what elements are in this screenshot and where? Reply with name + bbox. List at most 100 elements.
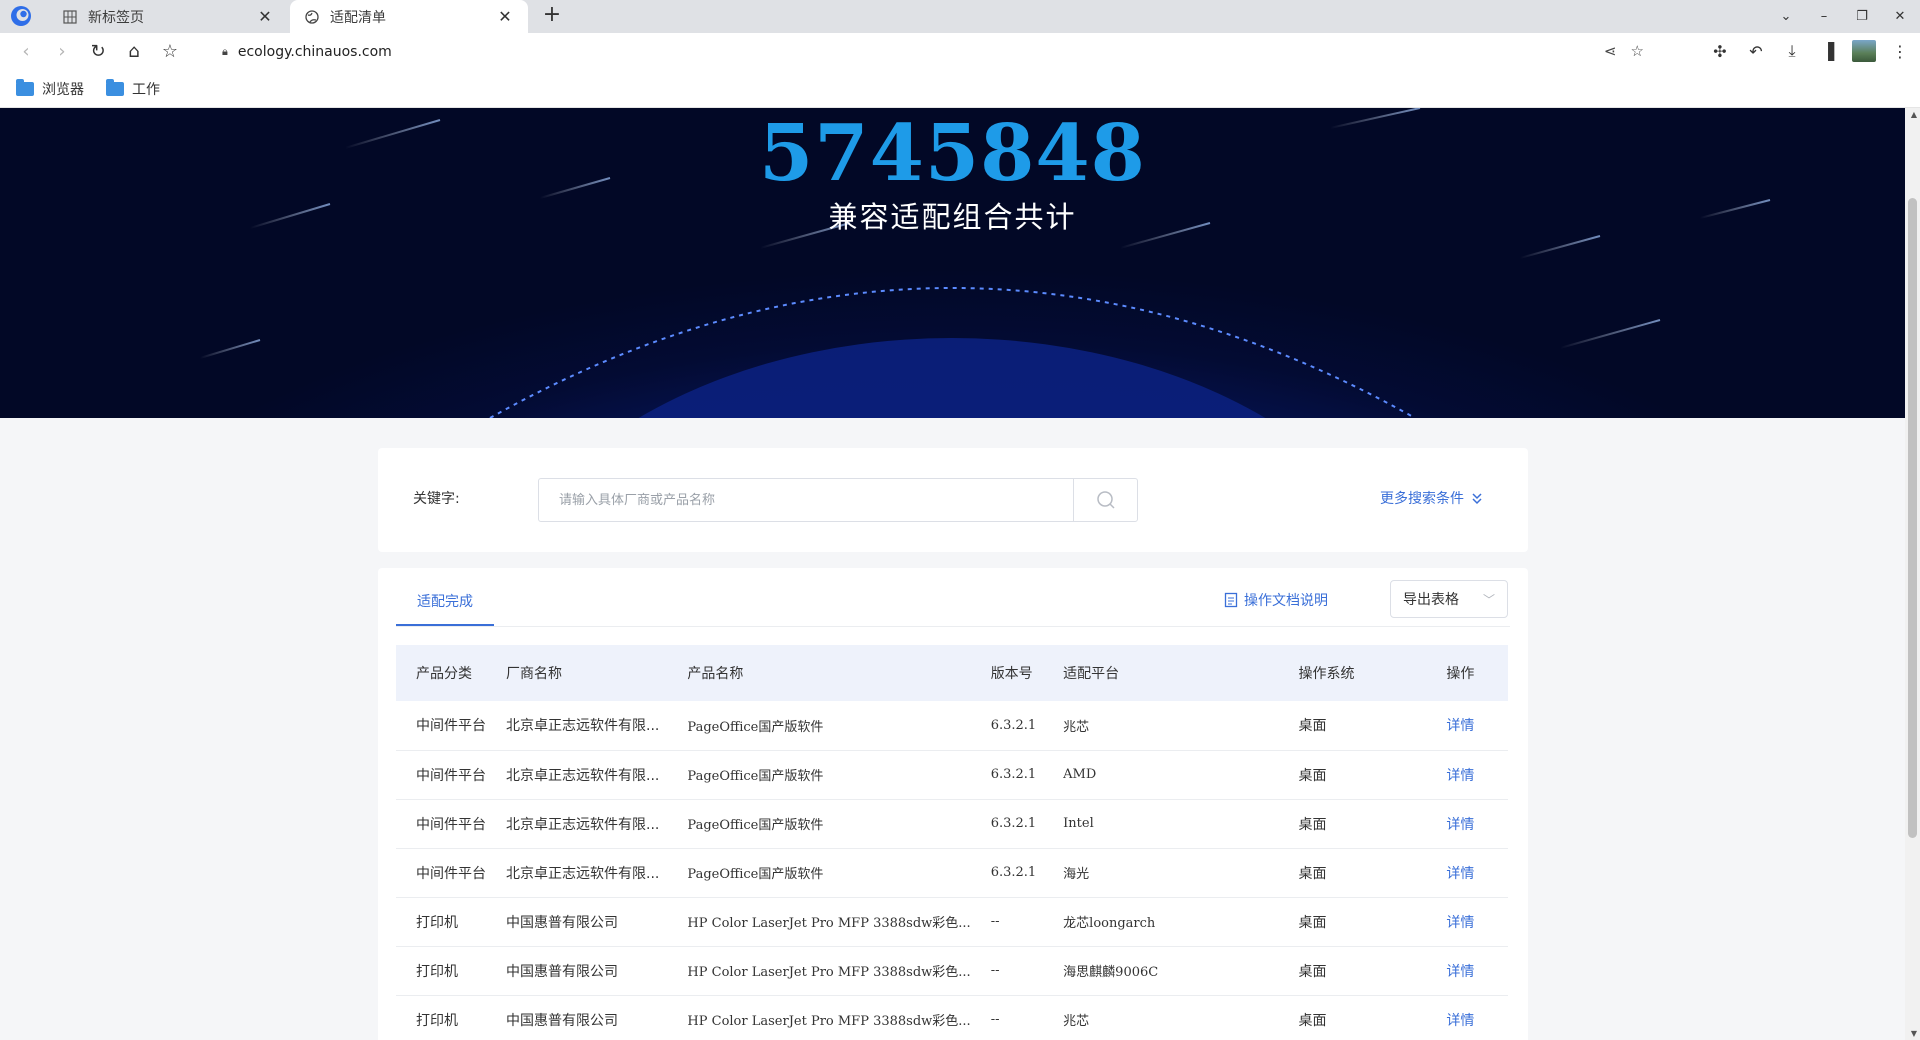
cell-vendor: 中国惠普有限公司 [486,995,668,1040]
total-count: 5745848 [759,108,1146,199]
keyword-label: 关键字: [413,491,460,507]
column-header: 产品分类 [396,645,486,701]
forward-icon[interactable]: › [44,37,80,67]
browser-logo-icon[interactable] [10,5,32,27]
cell-os: 桌面 [1278,946,1427,996]
table-row: 打印机 中国惠普有限公司 HP Color LaserJet Pro MFP 3… [396,946,1508,996]
cell-action: 详情 [1426,750,1508,800]
cell-product: PageOffice国产版软件 [667,750,971,800]
url-text: ecology.chinauos.com [237,43,392,60]
column-header: 适配平台 [1043,645,1279,701]
tab-list-chevron-icon[interactable]: ⌄ [1776,9,1796,24]
cell-vendor: 中国惠普有限公司 [486,946,668,996]
sidebar-toggle-icon[interactable]: ▐ [1816,37,1840,65]
tab-adaptation-list[interactable]: 适配清单 ✕ [290,0,528,33]
table-row: 打印机 中国惠普有限公司 HP Color LaserJet Pro MFP 3… [396,995,1508,1040]
cell-version: 6.3.2.1 [970,848,1044,898]
column-header: 版本号 [970,645,1044,701]
address-bar[interactable]: 🔒︎ ecology.chinauos.com [208,36,1650,67]
tab-adapted[interactable]: 适配完成 [396,588,494,626]
cell-action: 详情 [1426,946,1508,996]
cell-version: 6.3.2.1 [970,799,1044,849]
details-link[interactable]: 详情 [1446,718,1474,734]
bookmark-label: 浏览器 [42,81,84,98]
search-button[interactable] [1073,479,1137,521]
cell-os: 桌面 [1278,848,1427,898]
cell-product: PageOffice国产版软件 [667,848,971,898]
table-row: 中间件平台 北京卓正志远软件有限... PageOffice国产版软件 6.3.… [396,799,1508,849]
details-link[interactable]: 详情 [1446,817,1474,833]
globe-icon [304,9,320,25]
details-link[interactable]: 详情 [1446,768,1474,784]
details-link[interactable]: 详情 [1446,866,1474,882]
undo-icon[interactable]: ↶ [1744,37,1768,65]
hero-subtitle: 兼容适配组合共计 [828,200,1077,234]
menu-icon[interactable]: ⋮ [1888,37,1912,65]
folder-icon [16,78,34,96]
extensions-puzzle-icon[interactable]: ✣ [1708,37,1732,65]
home-icon[interactable]: ⌂ [116,37,152,67]
cell-category: 打印机 [396,897,486,947]
cell-category: 打印机 [396,995,486,1040]
more-search-conditions[interactable]: 更多搜索条件 [1380,488,1484,508]
page-viewport: 5745848 兼容适配组合共计 关键字: 更多搜索条件 适配完成 操作文档说明… [0,108,1920,1040]
bookmark-star-icon[interactable]: ☆ [152,37,188,67]
details-link[interactable]: 详情 [1446,1013,1474,1029]
reload-icon[interactable]: ↻ [80,37,116,67]
doc-link-label: 操作文档说明 [1244,593,1328,609]
operation-doc-link[interactable]: 操作文档说明 [1224,590,1328,610]
cell-version: -- [970,946,1044,996]
cell-category: 中间件平台 [396,701,486,751]
more-search-label: 更多搜索条件 [1380,491,1464,507]
window-controls: ⌄ – ❐ ✕ [1776,0,1910,33]
search-input[interactable] [539,479,1073,521]
scroll-down-arrow-icon[interactable]: ▼ [1911,1029,1917,1038]
column-header: 操作系统 [1278,645,1427,701]
bookmark-folder-browser[interactable]: 浏览器 [16,78,84,99]
scroll-up-arrow-icon[interactable]: ▲ [1911,110,1917,119]
scrollbar-thumb[interactable] [1908,198,1917,838]
page-scrollbar[interactable]: ▲ ▼ [1905,108,1920,1040]
column-header: 操作 [1426,645,1508,701]
cell-version: 6.3.2.1 [970,750,1044,800]
cell-os: 桌面 [1278,995,1427,1040]
profile-avatar[interactable] [1852,40,1876,62]
details-link[interactable]: 详情 [1446,964,1474,980]
close-tab-icon[interactable]: ✕ [496,7,514,26]
search-icon [1096,491,1115,509]
column-header: 产品名称 [667,645,971,701]
cell-vendor: 中国惠普有限公司 [486,897,668,947]
bookmark-folder-work[interactable]: 工作 [106,78,160,99]
results-panel: 适配完成 操作文档说明 导出表格 ﹀ 产品分类 厂商名称 产品名称 版本号 适配… [378,568,1528,1040]
column-header: 厂商名称 [486,645,668,701]
cell-version: -- [970,897,1044,947]
table-header-row: 产品分类 厂商名称 产品名称 版本号 适配平台 操作系统 操作 [396,645,1508,701]
cell-platform: 海思麒麟9006C [1043,946,1279,996]
export-table-select[interactable]: 导出表格 ﹀ [1390,580,1508,618]
cell-product: PageOffice国产版软件 [667,799,971,849]
hero-banner: 5745848 兼容适配组合共计 [0,108,1905,418]
new-tab-button[interactable]: + [540,4,564,28]
browser-toolbar: ‹ › ↻ ⌂ ☆ 🔒︎ ecology.chinauos.com ⋖ ☆ ✣ … [0,33,1920,70]
grid-icon [62,9,78,25]
lock-icon: 🔒︎ [222,44,228,58]
cell-vendor: 北京卓正志远软件有限... [486,750,668,800]
browser-tab-bar: 新标签页 ✕ 适配清单 ✕ + ⌄ – ❐ ✕ [0,0,1920,33]
back-icon[interactable]: ‹ [8,37,44,67]
double-chevron-down-icon [1472,493,1482,505]
tab-title: 适配清单 [330,9,386,26]
minimize-icon[interactable]: – [1814,9,1834,24]
close-window-icon[interactable]: ✕ [1890,9,1910,24]
details-link[interactable]: 详情 [1446,915,1474,931]
cell-os: 桌面 [1278,750,1427,800]
folder-icon [106,78,124,96]
tab-new-tab[interactable]: 新标签页 ✕ [48,0,288,33]
cell-vendor: 北京卓正志远软件有限... [486,701,668,751]
cell-category: 中间件平台 [396,848,486,898]
restore-icon[interactable]: ❐ [1852,9,1872,24]
download-icon[interactable]: ⤓ [1780,37,1804,65]
star-icon[interactable]: ☆ [1631,42,1644,60]
share-icon[interactable]: ⋖ [1604,42,1617,60]
close-tab-icon[interactable]: ✕ [256,7,274,26]
cell-product: HP Color LaserJet Pro MFP 3388sdw彩色... [667,995,971,1040]
